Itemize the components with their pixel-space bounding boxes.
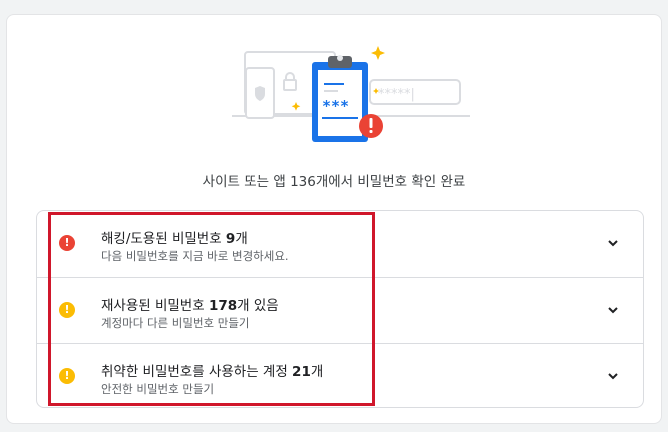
error-icon: ! bbox=[59, 235, 75, 251]
count: 21 bbox=[292, 364, 311, 380]
row-title: 해킹/도용된 비밀번호 9개 bbox=[101, 231, 248, 247]
chevron-down-icon[interactable] bbox=[605, 368, 621, 384]
count: 178 bbox=[208, 298, 238, 314]
row-title: 재사용된 비밀번호 178개 있음 bbox=[101, 298, 279, 314]
password-check-illustration: *****| *** bbox=[232, 46, 470, 142]
warning-icon: ! bbox=[59, 302, 75, 318]
count: 9 bbox=[225, 231, 236, 247]
row-subtitle: 다음 비밀번호를 지금 바로 변경하세요. bbox=[101, 249, 289, 263]
checkup-summary: 사이트 또는 앱 136개에서 비밀번호 확인 완료 bbox=[202, 174, 466, 190]
row-subtitle: 계정마다 다른 비밀번호 만들기 bbox=[101, 316, 250, 330]
compromised-passwords-row[interactable]: ! 해킹/도용된 비밀번호 9개 다음 비밀번호를 지금 바로 변경하세요. bbox=[37, 211, 643, 277]
dotted-password-text: *****| bbox=[378, 87, 415, 102]
row-title: 취약한 비밀번호를 사용하는 계정 21개 bbox=[101, 364, 324, 380]
reused-passwords-row[interactable]: ! 재사용된 비밀번호 178개 있음 계정마다 다른 비밀번호 만들기 bbox=[37, 277, 643, 343]
warning-icon: ! bbox=[59, 368, 75, 384]
weak-passwords-row[interactable]: ! 취약한 비밀번호를 사용하는 계정 21개 안전한 비밀번호 만들기 bbox=[37, 343, 643, 409]
row-subtitle: 안전한 비밀번호 만들기 bbox=[101, 382, 215, 396]
issues-list: ! 해킹/도용된 비밀번호 9개 다음 비밀번호를 지금 바로 변경하세요. !… bbox=[36, 210, 644, 408]
chevron-down-icon[interactable] bbox=[605, 302, 621, 318]
masked-password-text: *** bbox=[322, 97, 349, 115]
chevron-down-icon[interactable] bbox=[605, 235, 621, 251]
